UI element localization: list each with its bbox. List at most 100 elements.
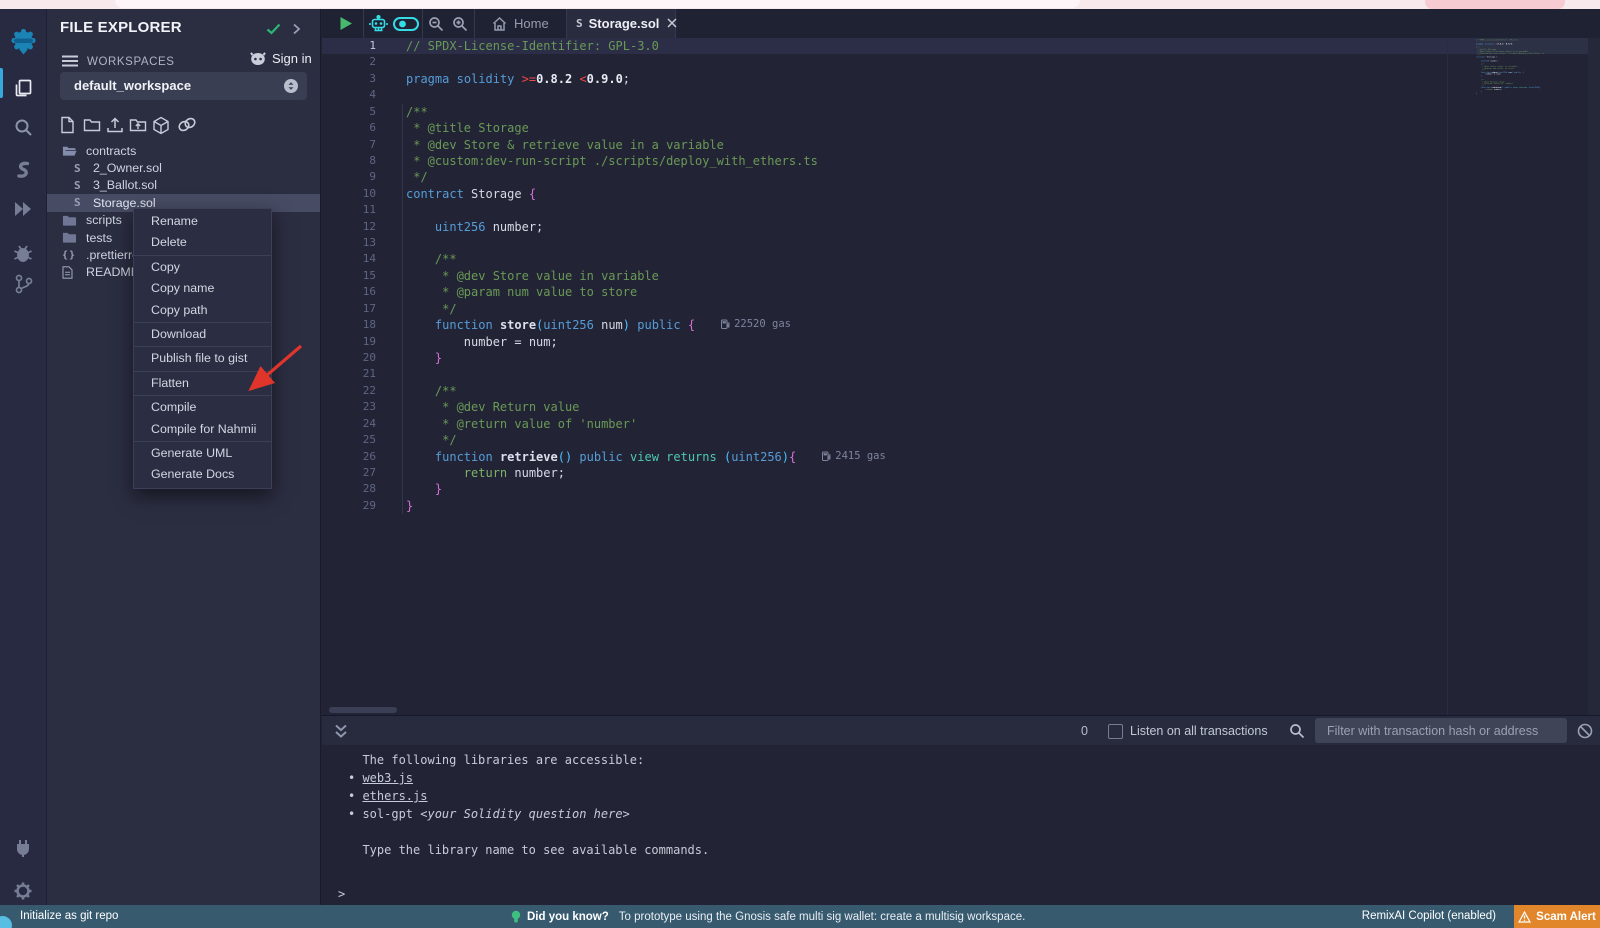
sign-in-button[interactable]: Sign in (250, 51, 312, 66)
tab-home[interactable]: Home (482, 9, 559, 38)
code-line-12[interactable]: 12 uint256 number; (322, 219, 1476, 235)
copilot-status[interactable]: RemixAI Copilot (enabled) (1362, 905, 1496, 928)
run-script-icon[interactable] (339, 16, 353, 31)
file-3-ballot-sol[interactable]: S3_Ballot.sol (47, 177, 320, 194)
workspace-select[interactable]: default_workspace (60, 72, 307, 100)
code-line-19[interactable]: 19 number = num; (322, 334, 1476, 350)
code-line-6[interactable]: 6 * @title Storage (322, 120, 1476, 136)
chevron-right-icon[interactable] (292, 22, 301, 40)
terminal[interactable]: The following libraries are accessible:•… (322, 745, 1600, 905)
code-line-21[interactable]: 21 (322, 366, 1476, 382)
line-number: 17 (322, 301, 376, 317)
debugger-icon[interactable] (0, 242, 46, 264)
terminal-link-web3-js[interactable]: web3.js (362, 771, 413, 785)
link-icon[interactable] (177, 116, 197, 138)
line-number: 27 (322, 465, 376, 481)
scam-alert-label: Scam Alert (1536, 911, 1596, 923)
cube-icon[interactable] (152, 116, 170, 140)
sign-in-label: Sign in (272, 51, 312, 66)
code-line-10[interactable]: 10contract Storage { (322, 186, 1476, 202)
git-icon[interactable] (0, 273, 46, 295)
code-line-15[interactable]: 15 * @dev Store value in variable (322, 268, 1476, 284)
code-line-3[interactable]: 3pragma solidity >=0.8.2 <0.9.0; (322, 71, 1476, 87)
horizontal-scrollbar-thumb[interactable] (329, 707, 397, 713)
overview-ruler (1588, 38, 1600, 715)
code-text: /** (376, 251, 457, 267)
code-text: * @param num value to store (376, 284, 637, 300)
deploy-and-run-icon[interactable] (0, 199, 46, 219)
close-tab-icon[interactable] (667, 15, 677, 33)
menu-item-compile-for-nahmii[interactable]: Compile for Nahmii (134, 419, 271, 440)
menu-item-generate-uml[interactable]: Generate UML (134, 443, 271, 464)
scam-alert-button[interactable]: Scam Alert (1514, 905, 1600, 928)
code-line-29[interactable]: 29} (322, 498, 1476, 514)
code-line-22[interactable]: 22 /** (322, 383, 1476, 399)
zoom-in-icon[interactable] (452, 16, 468, 32)
menu-item-delete[interactable]: Delete (134, 232, 271, 253)
file-explorer-icon[interactable] (0, 77, 46, 99)
line-number: 16 (322, 284, 376, 300)
upload-folder-icon[interactable] (129, 116, 147, 139)
code-line-11[interactable]: 11 (322, 202, 1476, 218)
menu-item-copy-path[interactable]: Copy path (134, 300, 271, 321)
code-line-1[interactable]: 1// SPDX-License-Identifier: GPL-3.0 (322, 38, 1476, 54)
file-contracts[interactable]: contracts (47, 142, 320, 159)
hamburger-menu-icon[interactable] (62, 54, 78, 72)
gas-estimate-badge: 2415 gas (822, 450, 886, 462)
code-line-28[interactable]: 28 } (322, 481, 1476, 497)
line-number: 28 (322, 481, 376, 497)
menu-divider (134, 255, 271, 256)
ai-copilot-robot-icon[interactable] (369, 15, 388, 33)
code-line-13[interactable]: 13 (322, 235, 1476, 251)
code-text: * @title Storage (376, 120, 529, 136)
code-line-17[interactable]: 17 */ (322, 301, 1476, 317)
menu-item-copy-name[interactable]: Copy name (134, 278, 271, 299)
line-number: 25 (322, 432, 376, 448)
menu-item-generate-docs[interactable]: Generate Docs (134, 464, 271, 485)
code-editor[interactable]: 1// SPDX-License-Identifier: GPL-3.023pr… (322, 38, 1600, 715)
minimap[interactable]: // SPDX-License-Identifier: GPL-3.0 prag… (1476, 39, 1588, 207)
terminal-link-ethers-js[interactable]: ethers.js (362, 789, 427, 803)
code-lines: 1// SPDX-License-Identifier: GPL-3.023pr… (322, 38, 1476, 514)
solidity-compiler-icon[interactable] (0, 159, 46, 181)
upload-file-icon[interactable] (106, 116, 124, 139)
file-2-owner-sol[interactable]: S2_Owner.sol (47, 159, 320, 176)
code-line-23[interactable]: 23 * @dev Return value (322, 399, 1476, 415)
code-line-27[interactable]: 27 return number; (322, 465, 1476, 481)
code-line-18[interactable]: 18 function store(uint256 num) public {2… (322, 317, 1476, 333)
new-folder-icon[interactable] (83, 116, 101, 139)
solidity-icon: S (74, 179, 89, 192)
menu-item-copy[interactable]: Copy (134, 257, 271, 278)
transaction-filter-input[interactable] (1315, 718, 1567, 743)
new-file-icon[interactable] (59, 116, 76, 139)
code-line-20[interactable]: 20 } (322, 350, 1476, 366)
remix-logo-icon[interactable] (0, 28, 46, 55)
zoom-out-icon[interactable] (428, 16, 444, 32)
code-line-26[interactable]: 26 function retrieve() public view retur… (322, 449, 1476, 465)
code-line-2[interactable]: 2 (322, 54, 1476, 70)
terminal-search-icon[interactable] (1289, 723, 1305, 744)
code-line-25[interactable]: 25 */ (322, 432, 1476, 448)
terminal-prompt[interactable]: > (338, 887, 345, 901)
listen-checkbox[interactable] (1108, 724, 1123, 739)
code-text: function retrieve() public view returns … (376, 449, 886, 465)
code-line-9[interactable]: 9 */ (322, 169, 1476, 185)
search-icon[interactable] (0, 117, 46, 138)
copilot-toggle[interactable] (393, 17, 419, 31)
code-line-7[interactable]: 7 * @dev Store & retrieve value in a var… (322, 137, 1476, 153)
settings-icon[interactable] (0, 880, 46, 902)
git-init-button[interactable]: Initialize as git repo (20, 905, 118, 928)
tab-storage-sol[interactable]: S Storage.sol (566, 9, 676, 38)
menu-item-rename[interactable]: Rename (134, 211, 271, 232)
code-line-8[interactable]: 8 * @custom:dev-run-script ./scripts/dep… (322, 153, 1476, 169)
code-text (376, 54, 406, 70)
code-line-16[interactable]: 16 * @param num value to store (322, 284, 1476, 300)
terminal-line: • web3.js (348, 771, 1600, 789)
expand-terminal-icon[interactable] (334, 724, 348, 744)
clear-console-icon[interactable] (1577, 723, 1593, 744)
code-line-24[interactable]: 24 * @return value of 'number' (322, 416, 1476, 432)
code-line-5[interactable]: 5/** (322, 104, 1476, 120)
code-line-14[interactable]: 14 /** (322, 251, 1476, 267)
code-line-4[interactable]: 4 (322, 87, 1476, 103)
plugin-manager-icon[interactable] (0, 837, 46, 859)
